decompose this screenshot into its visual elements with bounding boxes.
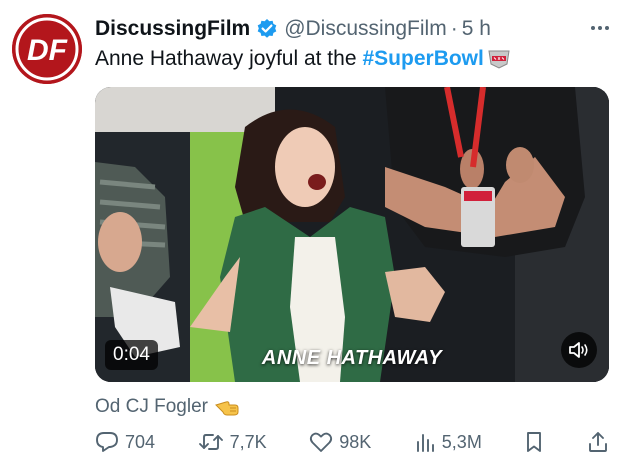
bookmark-button[interactable] [524,431,544,453]
credit-text[interactable]: Od CJ Fogler [95,396,208,418]
reply-count: 704 [125,431,156,452]
speaker-muted-icon [569,342,588,358]
header-separator: · [450,17,458,40]
post-time[interactable]: 5 h [462,17,491,41]
tweet-body: Anne Hathaway joyful at the [95,47,357,70]
reply-button[interactable]: 704 [95,431,155,453]
bookmark-icon [527,432,542,452]
view-count: 5,3M [441,431,482,452]
more-options-icon[interactable] [588,18,612,38]
avatar-logo-text: DF [27,34,68,67]
views-button[interactable]: 5,3M [414,431,482,453]
super-bowl-logo-icon [486,48,512,70]
share-icon [589,432,607,452]
tweet-header: DiscussingFilm @DiscussingFilm · 5 h [95,14,612,44]
hashtag-link[interactable]: #SuperBowl [363,47,484,71]
video-caption: ANNE HATHAWAY [261,347,443,369]
reply-icon [96,432,118,452]
share-button[interactable] [587,431,609,453]
heart-icon [310,432,333,452]
author-name[interactable]: DiscussingFilm [95,17,250,41]
repost-count: 7,7K [229,431,267,452]
tweet-text: Anne Hathaway joyful at the #SuperBowl [95,44,612,74]
like-button[interactable]: 98K [309,431,371,453]
analytics-icon [416,434,434,452]
video-credit: Od CJ Fogler [95,394,240,420]
pointing-hand-icon [214,396,240,418]
video-frame [95,87,609,382]
sound-toggle-button[interactable] [561,332,597,368]
verified-badge-icon [256,18,278,40]
repost-button[interactable]: 7,7K [198,431,267,453]
like-count: 98K [339,431,372,452]
avatar[interactable]: DF [12,14,82,84]
repost-icon [198,434,223,450]
video-player[interactable]: 0:04 ANNE HATHAWAY [95,87,609,382]
tweet-card[interactable]: DF DiscussingFilm @DiscussingFilm · 5 h … [0,0,622,471]
author-handle[interactable]: @DiscussingFilm [284,17,447,41]
action-bar: 704 7,7K 98K 5,3M [95,428,609,456]
